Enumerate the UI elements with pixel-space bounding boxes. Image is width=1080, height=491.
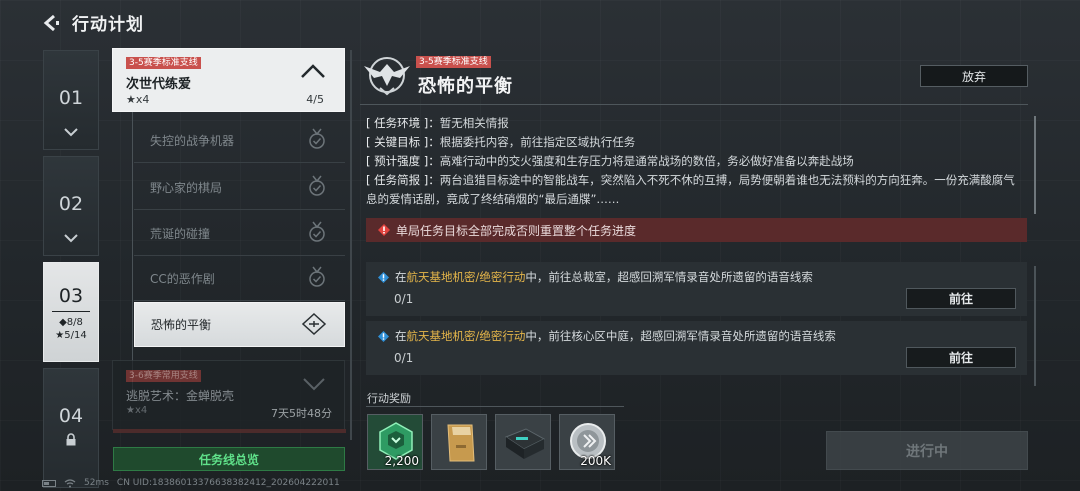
abandon-button[interactable]: 放弃 — [920, 65, 1028, 87]
next-card-strip — [113, 429, 346, 433]
task-scrollbar[interactable] — [1034, 266, 1036, 386]
chapter-tab-01[interactable]: 01 — [43, 50, 99, 150]
chapter-number: 03 — [58, 285, 84, 307]
info-environment: [ 任务环境 ]：暂无相关情报 — [366, 116, 509, 130]
warning-icon — [378, 224, 390, 236]
warning-banner: 单局任务目标全部完成否则重置整个任务进度 — [366, 218, 1027, 242]
chapter-star-count: ★5/14 — [55, 330, 87, 341]
eagle-emblem-icon — [364, 57, 410, 96]
target-diamond-icon — [302, 313, 326, 335]
info-briefing: [ 任务简报 ]：两台追猎目标途中的智能战车，突然陷入不死不休的互搏，局势便朝着… — [366, 173, 1015, 206]
reward-amount: 2,200 — [384, 454, 419, 468]
chevron-down-icon — [64, 128, 78, 137]
task-progress: 0/1 — [394, 351, 414, 365]
sub-quest-item[interactable]: 野心家的棋局 — [134, 165, 345, 210]
sub-quest-label: 恐怖的平衡 — [151, 318, 212, 332]
wifi-icon — [64, 478, 76, 487]
sub-quest-item[interactable]: 荒诞的碰撞 — [134, 211, 345, 256]
completed-medal-icon — [309, 221, 325, 242]
completed-medal-icon — [309, 175, 325, 196]
chevron-down-icon[interactable] — [302, 377, 326, 391]
info-key-target: [ 关键目标 ]：根据委托内容，前往指定区域执行任务 — [366, 135, 636, 149]
task-description: 在航天基地机密/绝密行动中，前往核心区中庭，超感回溯军情录音处所遗留的语音线索 — [378, 328, 836, 344]
chevron-up-icon[interactable] — [300, 63, 326, 79]
sub-quest-label: 失控的战争机器 — [150, 133, 235, 148]
completed-medal-icon — [309, 266, 325, 287]
chevron-down-icon — [64, 234, 78, 243]
chapter-number: 01 — [58, 87, 84, 109]
task-item: 在航天基地机密/绝密行动中，前往总裁室，超感回溯军情录音处所遗留的语音线索 0/… — [366, 262, 1027, 316]
sub-quest-item[interactable]: 失控的战争机器 — [134, 118, 345, 163]
chapter-tab-03[interactable]: 03 ◆8/8 ★5/14 — [43, 262, 99, 362]
battery-icon — [42, 479, 56, 487]
reward-item[interactable]: 200K — [559, 414, 615, 470]
info-intensity: [ 预计强度 ]：高难行动中的交火强度和生存压力将是通常战场的数倍，务必做好准备… — [366, 154, 854, 168]
quest-name: 次世代练爱 — [126, 77, 192, 92]
quest-detail-panel: 3-5赛季标准支线 恐怖的平衡 放弃 [ 任务环境 ]：暂无相关情报 [ 关键目… — [360, 48, 1040, 488]
sub-quest-item[interactable]: CC的恶作剧 — [134, 256, 345, 301]
chapter-number: 04 — [58, 405, 84, 427]
reward-label: 行动奖励 — [367, 392, 411, 405]
warning-text: 单局任务目标全部完成否则重置整个任务进度 — [396, 223, 637, 238]
next-quest-card[interactable]: 3-6赛季常用支线 逃脱艺术：金蝉脱壳 ★x4 7天5时48分 — [112, 360, 346, 433]
season-tag: 3-5赛季标准支线 — [126, 57, 201, 69]
task-description: 在航天基地机密/绝密行动中，前往总裁室，超感回溯军情录音处所遗留的语音线索 — [378, 269, 813, 285]
in-progress-button[interactable]: 进行中 — [826, 431, 1028, 470]
task-item: 在航天基地机密/绝密行动中，前往核心区中庭，超感回溯军情录音处所遗留的语音线索 … — [366, 321, 1027, 375]
sub-quest-item-active[interactable]: 恐怖的平衡 — [134, 302, 345, 347]
reward-item[interactable]: 2,200 — [367, 414, 423, 470]
goto-button[interactable]: 前往 — [906, 347, 1016, 368]
back-arrow-icon — [43, 14, 59, 31]
quest-list: 3-5赛季标准支线 次世代练爱 ★x4 4/5 失控的战争机器 野心家的棋局 荒… — [112, 48, 346, 440]
sub-quest-label: CC的恶作剧 — [150, 271, 215, 286]
chapter-tab-04[interactable]: 04 — [43, 368, 99, 488]
reward-amount: 200K — [580, 454, 611, 468]
hardware-case-icon — [496, 415, 550, 469]
quest-time-remaining: 7天5时48分 — [271, 407, 332, 420]
info-diamond-icon — [378, 330, 389, 342]
tree-line — [132, 112, 133, 392]
back-button[interactable] — [40, 12, 62, 34]
quest-stars: ★x4 — [126, 405, 148, 416]
quest-info: [ 任务环境 ]：暂无相关情报 [ 关键目标 ]：根据委托内容，前往指定区域执行… — [366, 114, 1026, 209]
questline-overview-button[interactable]: 任务线总览 — [113, 447, 345, 471]
ping-text: 52ms — [84, 478, 109, 488]
info-scrollbar[interactable] — [1034, 116, 1036, 214]
reward-item[interactable] — [495, 414, 551, 470]
season-tag: 3-6赛季常用支线 — [126, 370, 201, 382]
quest-list-scrollbar[interactable] — [350, 50, 352, 440]
info-diamond-icon — [378, 271, 389, 283]
uid-text: CN UID:18386013376638382412_202604222011 — [116, 478, 340, 488]
document-folder-icon — [432, 415, 486, 469]
quest-header[interactable]: 3-5赛季标准支线 次世代练爱 ★x4 4/5 — [112, 48, 345, 112]
lock-icon — [66, 433, 76, 446]
status-bar: 52ms CN UID:18386013376638382412_2026042… — [42, 478, 340, 488]
chapter-number: 02 — [58, 193, 84, 215]
quest-title: 恐怖的平衡 — [418, 76, 513, 97]
chapter-diamond-count: ◆8/8 — [59, 317, 83, 328]
task-progress: 0/1 — [394, 292, 414, 306]
sub-quest-label: 荒诞的碰撞 — [150, 226, 211, 241]
sub-quest-label: 野心家的棋局 — [150, 180, 223, 195]
divider — [366, 406, 624, 407]
reward-item[interactable] — [431, 414, 487, 470]
chapter-tab-02[interactable]: 02 — [43, 156, 99, 256]
quest-stars: ★x4 — [126, 93, 150, 106]
page-header: 行动计划 — [40, 10, 144, 35]
goto-button[interactable]: 前往 — [906, 288, 1016, 309]
completed-medal-icon — [309, 128, 325, 149]
season-tag: 3-5赛季标准支线 — [416, 56, 491, 68]
quest-progress: 4/5 — [306, 93, 324, 106]
quest-name: 逃脱艺术：金蝉脱壳 — [126, 389, 235, 403]
divider — [360, 104, 1028, 105]
page-title: 行动计划 — [72, 15, 144, 35]
divider — [52, 311, 90, 312]
